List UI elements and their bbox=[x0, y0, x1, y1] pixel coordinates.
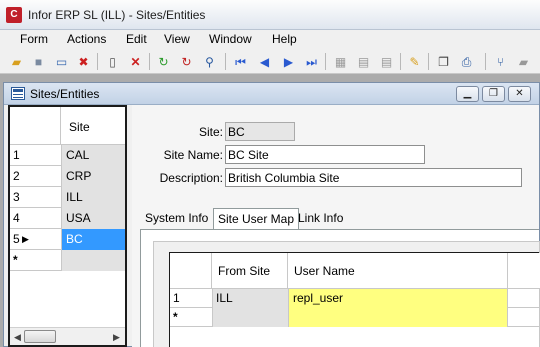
save-icon[interactable]: ■ bbox=[30, 53, 47, 70]
user-map-grid-header: From Site User Name bbox=[170, 253, 540, 289]
new-row-icon: * bbox=[173, 310, 178, 324]
from-site-cell-empty[interactable] bbox=[212, 308, 288, 327]
infor-logo-icon: C bbox=[6, 7, 22, 23]
row-number: 4 bbox=[13, 211, 20, 225]
new-window-icon[interactable]: ▭ bbox=[53, 53, 70, 70]
toolbar-separator bbox=[325, 53, 326, 70]
form-icon bbox=[11, 87, 25, 100]
toolbar-separator bbox=[225, 53, 226, 70]
user-name-cell-empty[interactable] bbox=[288, 308, 508, 327]
from-site-column-header[interactable]: From Site bbox=[212, 253, 288, 289]
site-detail-form: Site: BC Site Name: BC Site Description:… bbox=[132, 105, 540, 347]
print-icon[interactable]: ⎙ bbox=[458, 53, 475, 70]
site-row[interactable]: 2 CRP bbox=[10, 166, 125, 187]
menu-help[interactable]: Help bbox=[272, 32, 297, 46]
from-site-cell[interactable]: ILL bbox=[212, 289, 288, 308]
row-number: 5 bbox=[13, 232, 20, 246]
site-row[interactable]: 3 ILL bbox=[10, 187, 125, 208]
new-record-icon[interactable]: ▯ bbox=[104, 53, 121, 70]
search-icon[interactable]: ⚲ bbox=[201, 53, 218, 70]
grid-container: From Site User Name 1 ILL repl_user * bbox=[153, 241, 540, 347]
first-record-icon[interactable]: ⏮ bbox=[232, 53, 249, 70]
scroll-right-icon[interactable]: ▶ bbox=[113, 332, 120, 343]
site-cell[interactable]: BC bbox=[61, 229, 125, 250]
description-label: Description: bbox=[159, 171, 223, 185]
window-title: Sites/Entities bbox=[30, 87, 100, 101]
site-field[interactable]: BC bbox=[225, 122, 295, 141]
new-row[interactable]: * bbox=[10, 250, 125, 271]
previous-record-icon[interactable]: ◀ bbox=[256, 53, 273, 70]
refresh-all-icon[interactable]: ↻ bbox=[178, 53, 195, 70]
scroll-thumb[interactable] bbox=[24, 330, 56, 343]
site-row[interactable]: 1 CAL bbox=[10, 145, 125, 166]
app-title-bar: C Infor ERP SL (ILL) - Sites/Entities bbox=[0, 0, 540, 30]
horizontal-scrollbar[interactable]: ◀ ▶ bbox=[10, 327, 125, 345]
toolbar-separator bbox=[97, 53, 98, 70]
toolbar-separator bbox=[428, 53, 429, 70]
site-row[interactable]: 4 USA bbox=[10, 208, 125, 229]
toolbar-separator bbox=[149, 53, 150, 70]
site-name-field[interactable]: BC Site bbox=[225, 145, 425, 164]
app-title: Infor ERP SL (ILL) - Sites/Entities bbox=[28, 8, 206, 22]
grid-corner[interactable] bbox=[10, 107, 61, 145]
tab-strip: System Info Site User Map Link Info bbox=[140, 208, 539, 230]
user-map-grid: From Site User Name 1 ILL repl_user * bbox=[169, 252, 540, 347]
description-field[interactable]: British Columbia Site bbox=[225, 168, 522, 187]
window-title-bar[interactable]: Sites/Entities ▁ ❐ ✕ bbox=[4, 83, 539, 105]
filter-edit-icon[interactable]: ▤ bbox=[378, 53, 395, 70]
minimize-button[interactable]: ▁ bbox=[456, 86, 479, 102]
delete-window-icon[interactable]: ✖ bbox=[75, 53, 92, 70]
row-number: 3 bbox=[13, 190, 20, 204]
close-button[interactable]: ✕ bbox=[508, 86, 531, 102]
filter-icon[interactable]: ▤ bbox=[355, 53, 372, 70]
new-row-icon: * bbox=[13, 253, 18, 267]
site-cell-empty[interactable] bbox=[61, 250, 125, 271]
menu-bar: Form Actions Edit View Window Help bbox=[0, 30, 540, 49]
user-map-row[interactable]: 1 ILL repl_user bbox=[170, 289, 540, 308]
site-row-selected[interactable]: 5 ▶ BC bbox=[10, 229, 125, 250]
open-folder-icon[interactable]: ▰ bbox=[8, 53, 25, 70]
menu-edit[interactable]: Edit bbox=[126, 32, 147, 46]
delete-icon[interactable]: ✕ bbox=[127, 53, 144, 70]
next-record-icon[interactable]: ▶ bbox=[280, 53, 297, 70]
tree-icon[interactable]: ⑂ bbox=[492, 53, 509, 70]
copy-icon[interactable]: ❐ bbox=[435, 53, 452, 70]
menu-form[interactable]: Form bbox=[20, 32, 48, 46]
current-row-icon: ▶ bbox=[22, 234, 29, 244]
menu-actions[interactable]: Actions bbox=[67, 32, 106, 46]
site-label: Site: bbox=[198, 125, 223, 139]
toolbar: ▰ ■ ▭ ✖ ▯ ✕ ↻ ↻ ⚲ ⏮ ◀ ▶ ⏭ ▦ ▤ ▤ ✎ ❐ ⎙ ⑂ … bbox=[0, 49, 540, 74]
user-name-cell[interactable]: repl_user bbox=[288, 289, 508, 308]
row-number: 1 bbox=[13, 148, 20, 162]
site-name-label: Site Name: bbox=[163, 148, 223, 162]
site-cell[interactable]: USA bbox=[61, 208, 125, 229]
toolbar-separator bbox=[485, 53, 486, 70]
restore-button[interactable]: ❐ bbox=[482, 86, 505, 102]
site-grid-header: Site bbox=[10, 107, 125, 145]
site-user-map-panel: From Site User Name 1 ILL repl_user * bbox=[140, 229, 540, 347]
last-record-icon[interactable]: ⏭ bbox=[303, 53, 320, 70]
sites-entities-window: Sites/Entities ▁ ❐ ✕ Site 1 CAL 2 CRP 3 … bbox=[3, 82, 540, 347]
new-row[interactable]: * bbox=[170, 308, 540, 327]
site-cell[interactable]: CAL bbox=[61, 145, 125, 166]
folder-icon[interactable]: ▰ bbox=[515, 53, 532, 70]
site-cell[interactable]: CRP bbox=[61, 166, 125, 187]
site-grid: Site 1 CAL 2 CRP 3 ILL 4 USA 5 ▶ BC * ◀ bbox=[8, 105, 127, 347]
row-number: 2 bbox=[13, 169, 20, 183]
row-number: 1 bbox=[173, 291, 180, 305]
tab-link-info[interactable]: Link Info bbox=[298, 211, 343, 225]
menu-view[interactable]: View bbox=[164, 32, 190, 46]
user-name-column-header[interactable]: User Name bbox=[288, 253, 508, 289]
toolbar-separator bbox=[400, 53, 401, 70]
grid-corner[interactable] bbox=[170, 253, 212, 289]
tab-system-info[interactable]: System Info bbox=[145, 211, 208, 225]
site-cell[interactable]: ILL bbox=[61, 187, 125, 208]
menu-window[interactable]: Window bbox=[209, 32, 252, 46]
grid-icon[interactable]: ▦ bbox=[332, 53, 349, 70]
notes-icon[interactable]: ✎ bbox=[406, 53, 423, 70]
refresh-icon[interactable]: ↻ bbox=[155, 53, 172, 70]
tab-site-user-map[interactable]: Site User Map bbox=[213, 208, 300, 230]
site-column-header[interactable]: Site bbox=[69, 120, 90, 134]
scroll-left-icon[interactable]: ◀ bbox=[14, 332, 21, 343]
